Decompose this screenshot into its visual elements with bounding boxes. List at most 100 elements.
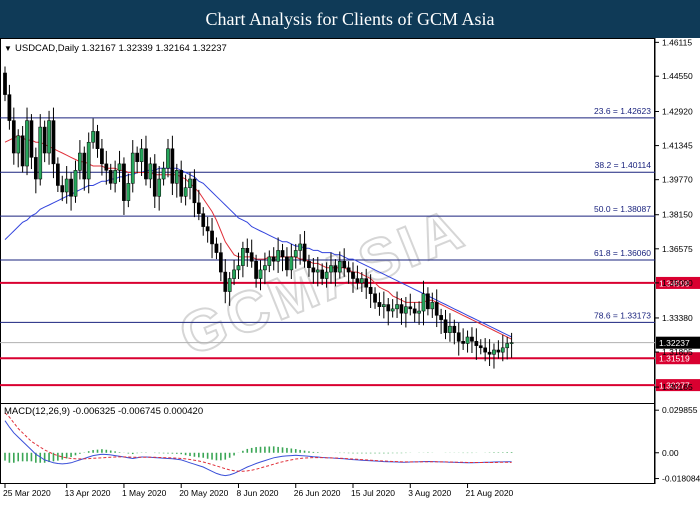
x-tick-label: 15 Jul 2020 (351, 488, 395, 498)
candle-bull (174, 170, 179, 184)
candle-bear (478, 345, 483, 349)
candle-bear (56, 163, 60, 186)
macd-y-tick-label: 0.00 (662, 448, 679, 458)
candle-bull (157, 178, 162, 197)
candle-bear (245, 248, 250, 253)
candle-bear (201, 213, 206, 227)
header-dropdown-icon[interactable]: ▼ (4, 44, 12, 53)
fib-label: 23.6 = 1.42623 (594, 106, 651, 116)
candle-bull (404, 306, 408, 314)
candle-bear (373, 293, 377, 303)
x-tick-label: 21 Aug 2020 (466, 488, 514, 498)
x-tick-label: 13 Apr 2020 (65, 488, 111, 498)
candle-bear (483, 347, 488, 353)
y-tick-label: 1.38150 (662, 210, 693, 220)
candle-bear (386, 304, 391, 312)
candle-bull (465, 336, 470, 344)
macd-y-tick-label: -0.018084 (662, 474, 700, 484)
candle-bear (11, 120, 16, 154)
candle-bear (69, 178, 73, 197)
candle-bear (443, 319, 448, 333)
candle-bull (324, 271, 329, 279)
candle-bull (315, 269, 320, 273)
candle-bull (430, 302, 435, 310)
y-tick-label: 1.44550 (662, 71, 693, 81)
candle-bull (293, 250, 298, 258)
macd-header: MACD(12,26,9) -0.006325 -0.006745 0.0004… (4, 406, 203, 417)
candle-bear (399, 304, 404, 314)
candle-bull (16, 135, 21, 154)
candle-bear (219, 252, 223, 273)
candle-bear (7, 94, 12, 121)
macd-y-tick-label: 0.029855 (662, 405, 698, 415)
y-tick-label: 1.30185 (662, 382, 693, 392)
candle-bear (152, 163, 157, 197)
candle-bear (342, 261, 347, 268)
candle-bear (285, 256, 289, 271)
candle-bear (82, 152, 87, 180)
title-banner: Chart Analysis for Clients of GCM Asia (0, 0, 700, 38)
candle-bear (179, 170, 184, 197)
candle-bear (249, 252, 254, 262)
candle-bull (263, 265, 267, 271)
candle-bear (307, 261, 311, 268)
candle-bull (117, 163, 122, 171)
candle-bear (223, 271, 228, 292)
x-tick-label: 25 Mar 2020 (3, 488, 51, 498)
candle-bull (232, 269, 236, 279)
candle-bull (78, 152, 82, 171)
candle-bull (227, 278, 232, 292)
candle-bear (461, 341, 465, 344)
candle-bear (320, 269, 325, 279)
candle-bear (412, 308, 417, 314)
y-tick-label: 1.39770 (662, 175, 693, 185)
y-tick-label: 1.35000 (662, 278, 693, 288)
candle-bull (188, 178, 192, 188)
candle-bull (505, 343, 510, 349)
candle-bear (3, 72, 7, 95)
candle-bear (368, 286, 373, 294)
candle-bull (267, 256, 272, 266)
candle-bull (337, 261, 342, 273)
candle-bull (47, 120, 51, 154)
candle-bull (148, 163, 153, 180)
candle-bear (452, 325, 457, 333)
y-tick-label: 1.36575 (662, 244, 693, 254)
candle-bull (236, 265, 241, 271)
y-tick-label: 1.41345 (662, 141, 693, 151)
candle-bear (60, 185, 65, 193)
price-chart-header: USDCAD,Daily 1.32167 1.32339 1.32164 1.3… (15, 43, 227, 54)
candle-bear (408, 306, 413, 310)
candle-bear (254, 261, 258, 279)
candle-bear (42, 126, 47, 154)
fib-label: 78.6 = 1.33173 (594, 310, 651, 320)
candle-bear (214, 243, 219, 253)
candle-bull (86, 141, 91, 180)
candle-bull (241, 248, 245, 266)
candle-bull (417, 310, 421, 314)
x-tick-label: 26 Jun 2020 (294, 488, 341, 498)
candle-bear (351, 271, 355, 279)
fib-label: 61.8 = 1.36060 (594, 248, 651, 258)
candle-bull (509, 342, 514, 344)
candle-bull (113, 170, 117, 184)
candle-bear (311, 267, 316, 273)
y-tick-label: 1.31805 (662, 347, 693, 357)
candle-bull (359, 278, 364, 284)
fib-label: 38.2 = 1.40114 (595, 160, 652, 170)
chart-area: GCMASIA 23.6 = 1.42623 38.2 = 1.40114 50.0… (0, 37, 700, 500)
candle-bear (144, 148, 148, 180)
candle-bear (346, 267, 351, 273)
candle-bear (302, 243, 307, 262)
candle-bull (126, 183, 131, 201)
candle-bear (108, 170, 113, 184)
candle-bull (130, 152, 135, 184)
candle-bear (355, 278, 360, 284)
y-tick-label: 1.33380 (662, 313, 693, 323)
chart-svg: GCMASIA 23.6 = 1.4262338.2 = 1.4011450.0… (0, 37, 700, 500)
candle-bear (377, 302, 382, 307)
candle-bear (196, 202, 201, 214)
candle-bull (390, 308, 395, 312)
candle-bull (38, 126, 43, 180)
candle-bull (64, 178, 69, 193)
